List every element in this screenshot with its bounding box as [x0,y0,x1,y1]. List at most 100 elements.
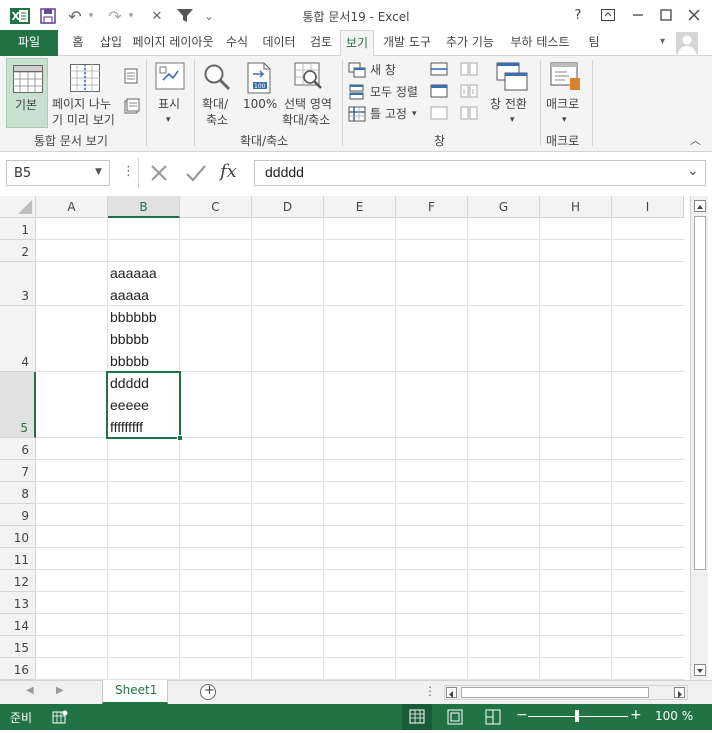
view-side-by-side-icon[interactable] [460,62,478,78]
row-header-16[interactable]: 16 [0,658,36,680]
account-dropdown-icon[interactable]: ▾ [660,36,665,47]
row-header-1[interactable]: 1 [0,218,36,240]
vertical-scroll-thumb[interactable] [694,216,706,570]
row-header-14[interactable]: 14 [0,614,36,636]
expand-formula-bar-icon[interactable]: ⌄ [687,163,699,179]
row-header-5[interactable]: 5 [0,372,36,438]
page-layout-status-button[interactable] [442,704,468,730]
cancel-entry-icon[interactable] [148,162,170,184]
tab-page-layout[interactable]: 페이지 레이아웃 [130,30,216,56]
ribbon-display-options-button[interactable] [594,4,622,26]
avatar[interactable] [676,32,698,54]
confirm-entry-icon[interactable] [184,162,208,184]
more-options-icon[interactable]: ⋮ [122,164,135,179]
new-sheet-button[interactable]: + [200,683,216,700]
row-header-10[interactable]: 10 [0,526,36,548]
column-header-i[interactable]: I [612,196,684,218]
scroll-sheets-left-icon[interactable]: ◀ [26,685,34,696]
column-header-h[interactable]: H [540,196,612,218]
row-header-4[interactable]: 4 [0,306,36,372]
zoom-slider-thumb[interactable] [575,710,579,722]
help-button[interactable]: ? [564,4,592,26]
close-button[interactable] [680,4,708,26]
row-header-6[interactable]: 6 [0,438,36,460]
scroll-left-icon[interactable] [446,687,457,698]
normal-view-button[interactable]: 기본 [6,58,48,128]
arrange-all-button[interactable]: 모두 정렬 [348,82,424,102]
column-header-c[interactable]: C [180,196,252,218]
minimize-button[interactable] [624,4,652,26]
tab-view[interactable]: 보기 [340,30,374,57]
tab-team[interactable]: 팀 [580,30,608,56]
scroll-down-icon[interactable] [694,664,706,676]
page-break-preview-icon [70,64,100,95]
show-button[interactable]: 표시 ▾ [150,58,190,128]
row-header-8[interactable]: 8 [0,482,36,504]
page-break-status-button[interactable] [480,704,506,730]
macros-button[interactable]: 매크로 ▾ [544,58,588,128]
collapse-ribbon-icon[interactable]: ︿ [690,132,701,148]
column-header-a[interactable]: A [36,196,108,218]
window-group-label: 창 [434,134,446,148]
row-header-12[interactable]: 12 [0,570,36,592]
page-break-preview-button[interactable]: 페이지 나누 기 미리 보기 [50,58,120,128]
zoom-out-icon[interactable]: − [516,707,528,723]
zoom-slider[interactable] [528,710,628,722]
horizontal-scroll-thumb[interactable] [461,687,649,698]
name-box[interactable]: B5 ▼ [6,160,110,186]
horizontal-scrollbar[interactable] [444,685,688,700]
tab-load-test[interactable]: 부하 테스트 [504,30,576,56]
name-box-dropdown-icon[interactable]: ▼ [95,167,102,177]
row-header-11[interactable]: 11 [0,548,36,570]
unhide-icon[interactable] [430,106,448,122]
split-icon[interactable] [430,62,448,78]
freeze-panes-button[interactable]: 틀 고정 ▾ [348,104,424,124]
more-sheets-icon[interactable]: ⋮ [424,684,436,698]
formula-input[interactable]: ddddd ⌄ [254,160,706,186]
zoom-level[interactable]: 100 % [655,709,693,723]
row-header-15[interactable]: 15 [0,636,36,658]
sheet-tab-sheet1[interactable]: Sheet1 [102,680,168,704]
row-header-2[interactable]: 2 [0,240,36,262]
macro-recording-icon[interactable] [52,709,68,725]
tab-data[interactable]: 데이터 [256,30,302,56]
synchronous-scrolling-icon[interactable] [460,84,478,100]
column-header-d[interactable]: D [252,196,324,218]
tab-review[interactable]: 검토 [304,30,338,56]
reset-window-position-icon[interactable] [460,106,478,122]
column-header-b[interactable]: B [108,196,180,218]
page-break-preview-label-1: 페이지 나누 [52,97,112,111]
insert-function-icon[interactable]: fx [220,161,237,182]
hide-icon[interactable] [430,84,448,100]
zoom-to-selection-button[interactable]: 선택 영역 확대/축소 [280,58,338,128]
tab-developer[interactable]: 개발 도구 [378,30,436,56]
scroll-right-icon[interactable] [674,687,685,698]
fill-handle[interactable] [177,435,183,441]
vertical-scrollbar[interactable] [690,196,708,680]
row-header-7[interactable]: 7 [0,460,36,482]
zoom-in-icon[interactable]: + [630,707,642,723]
row-header-3[interactable]: 3 [0,262,36,306]
active-cell-b5[interactable] [106,371,181,439]
scroll-up-icon[interactable] [694,200,706,212]
select-all-corner[interactable] [0,196,36,218]
zoom-100-button[interactable]: 100 100% [240,58,278,114]
normal-view-status-button[interactable] [402,704,432,730]
maximize-button[interactable] [652,4,680,26]
tab-add-ins[interactable]: 추가 기능 [440,30,500,56]
switch-windows-button[interactable]: 창 전환 ▾ [488,58,538,128]
new-window-button[interactable]: 새 창 [348,60,422,80]
row-header-13[interactable]: 13 [0,592,36,614]
tab-file[interactable]: 파일 [0,30,58,56]
custom-views-icon[interactable] [124,98,140,116]
column-header-g[interactable]: G [468,196,540,218]
column-header-f[interactable]: F [396,196,468,218]
tab-home[interactable]: 홈 [64,30,92,56]
zoom-button[interactable]: 확대/ 축소 [198,58,236,128]
tab-insert[interactable]: 삽입 [94,30,128,56]
row-header-9[interactable]: 9 [0,504,36,526]
tab-formulas[interactable]: 수식 [220,30,254,56]
column-header-e[interactable]: E [324,196,396,218]
page-layout-view-icon[interactable] [124,68,140,86]
scroll-sheets-right-icon[interactable]: ▶ [56,685,64,696]
